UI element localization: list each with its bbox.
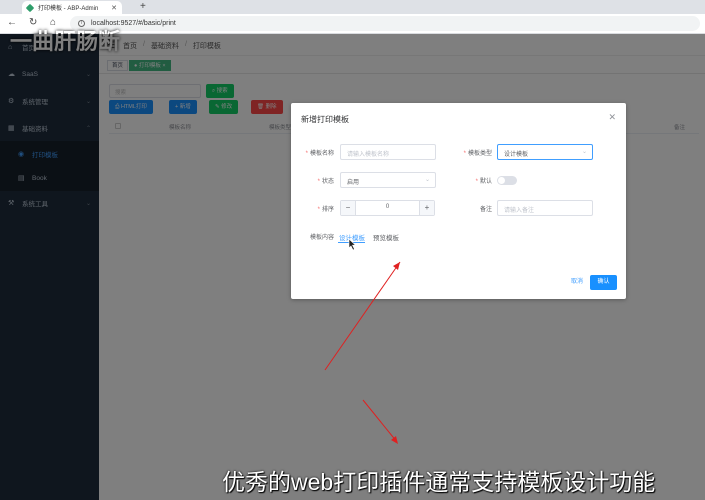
annotation-layer [324,238,401,444]
hand-cursor-icon [348,238,357,251]
annotation-arrowhead [393,262,400,270]
annotation-arrow-line [324,261,401,371]
annotation-arrowhead [391,436,398,444]
caption-text: 优秀的web打印插件通常支持模板设计功能 [222,469,656,495]
annotation-arrow-line [362,399,398,443]
